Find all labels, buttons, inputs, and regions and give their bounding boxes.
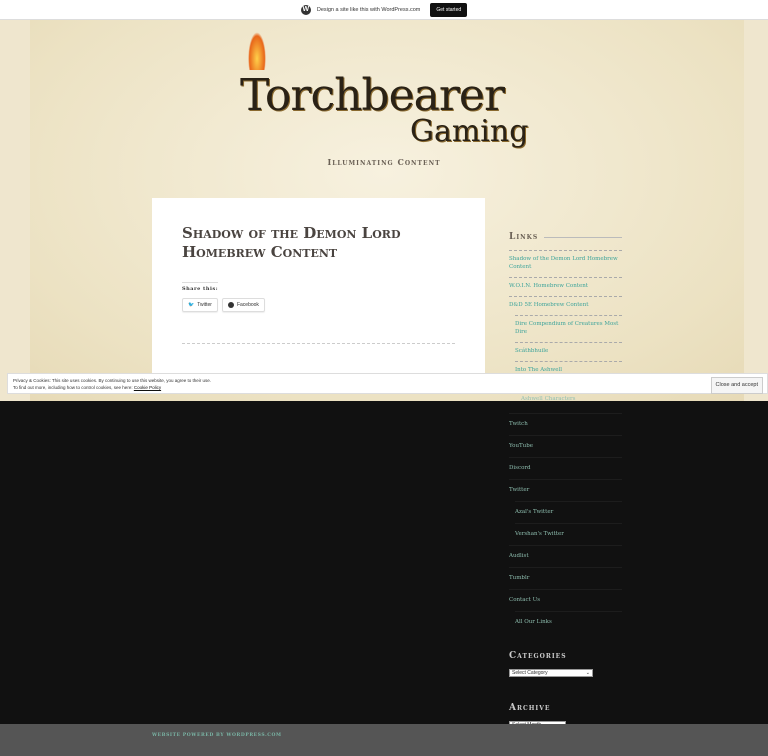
page-title: Shadow of the Demon Lord Homebrew Conten… — [182, 224, 401, 261]
share-facebook-button[interactable]: Facebook — [221, 298, 265, 312]
link-item[interactable]: Dire Compendium of Creatures Most Dire — [515, 315, 622, 342]
link-item[interactable]: Contact Us — [509, 589, 622, 611]
link-item[interactable]: W.O.I.N. Homebrew Content — [509, 277, 622, 296]
share-facebook-label: Facebook — [236, 302, 259, 308]
cookie-policy-link[interactable]: Cookie Policy — [134, 385, 161, 390]
link-item[interactable]: Ashwell Characters — [521, 395, 622, 413]
cookie-text: Privacy & Cookies: This site uses cookie… — [13, 378, 212, 383]
close-and-accept-button[interactable]: Close and accept — [710, 377, 763, 394]
link-item[interactable]: All Our Links — [515, 611, 622, 633]
promo-text: Design a site like this with WordPress.c… — [316, 6, 421, 13]
widget-title: Links — [509, 232, 622, 242]
get-started-button[interactable]: Get started — [430, 2, 468, 17]
twitter-icon: 🐦 — [188, 302, 195, 308]
link-item[interactable]: Twitch — [509, 413, 622, 435]
link-item[interactable]: Audlist — [509, 545, 622, 567]
link-item[interactable]: YouTube — [509, 435, 622, 457]
link-item[interactable]: Discord — [509, 457, 622, 479]
links-widget-continued: Ashwell Characters Twitch YouTube Discor… — [509, 395, 622, 729]
post-card: Shadow of the Demon Lord Homebrew Conten… — [152, 198, 485, 378]
footer-credit-link[interactable]: Website Powered by WordPress.com — [152, 733, 282, 738]
site-logo[interactable]: Torchbearer Gaming — [240, 32, 535, 157]
torch-flame-icon — [248, 32, 266, 70]
cookie-text-2: To find out more, including how to contr… — [13, 385, 134, 390]
wordpress-logo-icon: W — [300, 4, 311, 15]
site-footer: Website Powered by WordPress.com — [0, 724, 768, 756]
link-item[interactable]: D&D 5E Homebrew Content — [509, 296, 622, 315]
wordpress-promo-bar: W Design a site like this with WordPress… — [0, 0, 768, 20]
link-item[interactable]: Vershan's Twitter — [515, 523, 622, 545]
category-select[interactable]: Select Category ⌄ — [509, 669, 593, 677]
divider — [182, 343, 455, 344]
link-item[interactable]: Scáthbhuile — [515, 342, 622, 361]
logo-line2: Gaming — [410, 114, 529, 149]
cookie-banner: Privacy & Cookies: This site uses cookie… — [7, 373, 768, 394]
link-item[interactable]: Shadow of the Demon Lord Homebrew Conten… — [509, 250, 622, 277]
archive-title: Archive — [509, 703, 551, 713]
link-item[interactable]: Twitter — [509, 479, 622, 501]
site-tagline: Illuminating Content — [327, 157, 441, 167]
share-twitter-button[interactable]: 🐦 Twitter — [182, 298, 218, 312]
chevron-down-icon: ⌄ — [585, 670, 590, 676]
links-widget: Links Shadow of the Demon Lord Homebrew … — [509, 232, 622, 380]
share-label: Share this: — [182, 282, 219, 292]
share-twitter-label: Twitter — [197, 302, 212, 308]
facebook-icon — [227, 302, 234, 308]
categories-title: Categories — [509, 651, 567, 661]
link-item[interactable]: Tumblr — [509, 567, 622, 589]
link-item[interactable]: Azal's Twitter — [515, 501, 622, 523]
